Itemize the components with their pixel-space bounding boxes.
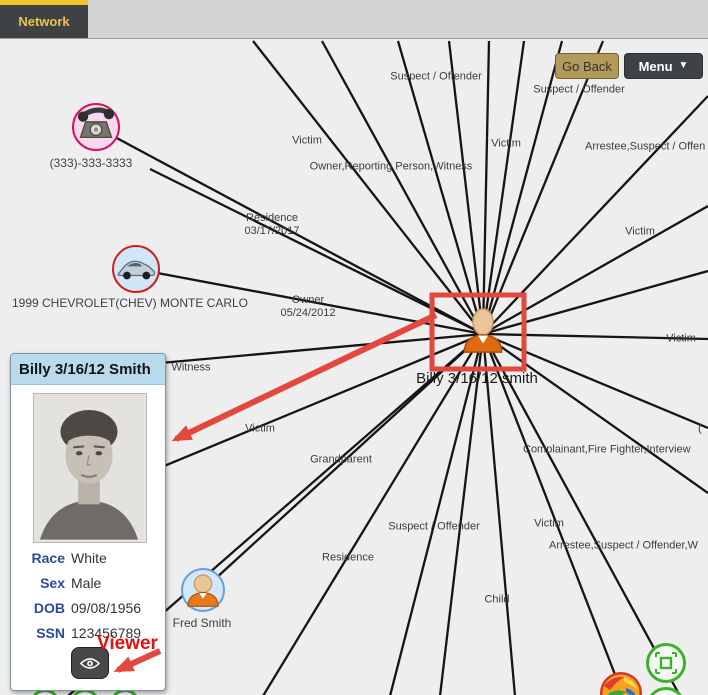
field-value: White <box>71 550 107 566</box>
graph-world: Suspect / Offender Suspect / Offender Vict… <box>0 38 708 695</box>
phone-node-label: (333)-333-3333 <box>50 156 133 170</box>
field-value: Male <box>71 575 101 591</box>
field-value: 09/08/1956 <box>71 600 141 616</box>
tab-label: Network <box>18 14 69 29</box>
pointer-arrow <box>176 315 436 439</box>
phone-node[interactable] <box>72 103 120 151</box>
fit-screen-icon <box>654 651 678 675</box>
edge-label: Victim <box>625 226 655 239</box>
edge-label: Arrestee,Suspect / Offender,W <box>549 540 698 553</box>
edge-label: Victim <box>245 423 275 436</box>
edge-label: Witness <box>171 362 210 375</box>
vehicle-node[interactable] <box>112 245 160 293</box>
fred-node[interactable] <box>181 568 225 612</box>
edge-label: Suspect / Offender <box>533 84 625 97</box>
edge-label: Suspect / Offender <box>390 71 482 84</box>
field-label: Race <box>17 550 65 566</box>
viewer-annotation-label: Viewer <box>97 633 158 655</box>
popup-title: Billy 3/16/12 Smith <box>11 354 165 385</box>
edge-label: Residence <box>322 552 374 565</box>
edge-label: Victim <box>534 518 564 531</box>
edge-label: Suspect / Offender <box>388 521 480 534</box>
zoom-control-button[interactable] <box>646 687 686 695</box>
tab-network[interactable]: Network <box>0 0 88 38</box>
menu-label: Menu <box>639 59 673 74</box>
go-back-button[interactable]: Go Back <box>555 53 619 79</box>
app-window: Network Suspect / OffenderSuspect / Offe… <box>0 0 708 695</box>
edge-label: Complainant,Fire Fighter,Interview <box>523 444 691 457</box>
map-node[interactable] <box>600 672 642 695</box>
person-icon <box>460 306 506 358</box>
center-node[interactable] <box>460 306 506 358</box>
portrait-image <box>34 394 144 540</box>
field-label: SSN <box>17 625 65 641</box>
car-icon <box>114 247 158 291</box>
edge-label: ( <box>698 423 702 436</box>
edge-label: Victim <box>491 138 521 151</box>
fit-screen-button[interactable] <box>646 643 686 683</box>
edge-label: Arrestee,Suspect / Offen <box>585 141 705 154</box>
field-dob: DOB 09/08/1956 <box>17 600 161 625</box>
person-icon <box>183 570 223 610</box>
center-node-label: Billy 3/16/12 smith <box>416 370 538 387</box>
edge-label: Grandparent <box>310 454 372 467</box>
edge-label: Victim <box>292 135 322 148</box>
edge-label: Victim <box>666 333 696 346</box>
network-canvas[interactable]: Suspect / Offender Suspect / Offender Vict… <box>0 38 708 695</box>
field-label: Sex <box>17 575 65 591</box>
menu-button[interactable]: Menu ▼ <box>624 53 703 79</box>
fred-node-label: Fred Smith <box>173 616 232 630</box>
phone-icon <box>74 105 118 149</box>
dropdown-caret-icon: ▼ <box>679 61 689 71</box>
field-sex: Sex Male <box>17 575 161 600</box>
edge-label: Residence03/17/2017 <box>244 212 299 238</box>
vehicle-node-label: 1999 CHEVROLET(CHEV) MONTE CARLO <box>12 296 248 310</box>
edge-label: Child <box>484 594 509 607</box>
edge-label: Owner05/24/2012 <box>280 294 335 320</box>
portrait-photo <box>33 393 147 543</box>
field-race: Race White <box>17 550 161 575</box>
edge-label: Owner,Reporting Person,Witness <box>310 161 473 174</box>
tab-bar: Network <box>0 0 708 38</box>
eye-icon <box>80 657 100 670</box>
field-label: DOB <box>17 600 65 616</box>
go-back-label: Go Back <box>562 59 612 74</box>
map-icon <box>600 672 642 695</box>
